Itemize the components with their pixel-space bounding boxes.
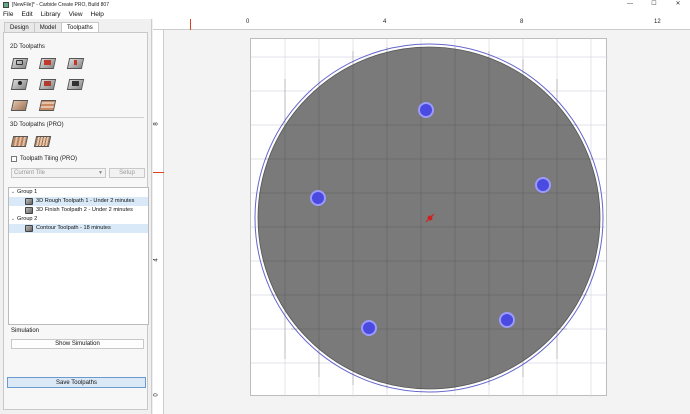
window-controls: — ☐ ✕: [618, 0, 690, 9]
group-label: Group 1: [17, 189, 38, 195]
tab-toolpaths[interactable]: Toolpaths: [61, 22, 99, 32]
maximize-button[interactable]: ☐: [642, 0, 666, 9]
pocket-toolpath-icon[interactable]: [38, 54, 57, 70]
toolpath-tiling-label: Toolpath Tiling (PRO): [20, 156, 78, 162]
tree-item-3d-finish[interactable]: 3D Finish Toolpath 2 - Under 2 minutes: [9, 206, 148, 215]
chevron-down-icon[interactable]: ⌄: [9, 188, 17, 197]
drill-hole[interactable]: [418, 102, 434, 118]
section-3d-toolpaths: 3D Toolpaths (PRO): [10, 122, 64, 128]
surface-toolpath-icon[interactable]: [10, 96, 29, 112]
toolpath-tiling-checkbox[interactable]: [11, 156, 17, 162]
horizontal-ruler: 0 4 8 12: [153, 19, 690, 30]
tab-model[interactable]: Model: [33, 22, 63, 32]
contour-toolpath-icon[interactable]: [10, 54, 29, 70]
drill-toolpath-icon[interactable]: [10, 75, 29, 91]
3d-finish-toolpath-icon: [25, 207, 33, 214]
chevron-down-icon[interactable]: ⌄: [9, 215, 17, 224]
current-tile-value: Current Tile: [14, 170, 46, 176]
save-toolpaths-button[interactable]: Save Toolpaths: [7, 377, 146, 388]
stock-area[interactable]: [250, 38, 608, 397]
show-simulation-button[interactable]: Show Simulation: [11, 339, 144, 349]
3d-rough-toolpath-icon: [25, 198, 33, 205]
close-button[interactable]: ✕: [666, 0, 690, 9]
panel-tabs: Design Model Toolpaths: [4, 22, 99, 32]
tree-item-3d-rough[interactable]: 3D Rough Toolpath 1 - Under 2 minutes: [9, 197, 148, 206]
menu-edit[interactable]: Edit: [21, 11, 32, 18]
window-title: [NewFile]* - Carbide Create PRO, Build 8…: [12, 1, 109, 8]
toolpath-tree[interactable]: ⌄ Group 1 3D Rough Toolpath 1 - Under 2 …: [8, 187, 149, 325]
menu-file[interactable]: File: [3, 11, 13, 18]
left-panel: Design Model Toolpaths 2D Toolpaths 3D T…: [0, 19, 152, 414]
drill-hole[interactable]: [535, 177, 551, 193]
drill-hole[interactable]: [361, 320, 377, 336]
tree-item-label: 3D Finish Toolpath 2 - Under 2 minutes: [36, 207, 133, 213]
menu-help[interactable]: Help: [91, 11, 104, 18]
toolpaths-tab-body: 2D Toolpaths 3D Toolpaths (PRO) Toolpath…: [3, 32, 149, 410]
app-icon: [3, 1, 9, 8]
tree-group-2[interactable]: ⌄ Group 2: [9, 215, 148, 224]
minimize-button[interactable]: —: [618, 0, 642, 9]
chamfer-toolpath-icon[interactable]: [38, 96, 57, 112]
chevron-down-icon: ▼: [98, 170, 103, 176]
setup-button[interactable]: Setup: [109, 168, 145, 178]
advanced-vcarve-icon[interactable]: [38, 75, 57, 91]
menu-bar: File Edit Library View Help: [0, 9, 690, 19]
current-tile-combo[interactable]: Current Tile ▼: [11, 168, 106, 178]
section-2d-toolpaths: 2D Toolpaths: [10, 44, 45, 50]
simulation-label: Simulation: [11, 328, 40, 334]
drill-hole[interactable]: [310, 190, 326, 206]
menu-view[interactable]: View: [69, 11, 83, 18]
ruler-x-label: 12: [654, 19, 661, 25]
tree-group-1[interactable]: ⌄ Group 1: [9, 188, 148, 197]
vertical-ruler: 8 4 0: [153, 30, 164, 414]
tab-design[interactable]: Design: [4, 22, 35, 32]
vcarve-toolpath-icon[interactable]: [66, 54, 85, 70]
ruler-x-label: 8: [520, 19, 524, 25]
tree-item-contour[interactable]: Contour Toolpath - 18 minutes: [9, 224, 148, 233]
menu-library[interactable]: Library: [41, 11, 61, 18]
drill-hole[interactable]: [499, 312, 515, 328]
stock-drawing[interactable]: [251, 39, 608, 397]
cursor-marker: [153, 172, 164, 173]
ruler-x-label: 0: [246, 19, 250, 25]
texture-toolpath-icon[interactable]: [66, 75, 85, 91]
divider: [8, 117, 144, 118]
3d-finish-toolpath-icon[interactable]: [33, 132, 52, 148]
ruler-y-label: 8: [153, 122, 160, 126]
cursor-marker: [190, 19, 191, 30]
title-bar: [NewFile]* - Carbide Create PRO, Build 8…: [0, 0, 690, 9]
ruler-y-label: 4: [153, 258, 160, 262]
3d-rough-toolpath-icon[interactable]: [10, 132, 29, 148]
group-label: Group 2: [17, 216, 38, 222]
ruler-y-label: 0: [153, 393, 160, 397]
tree-item-label: Contour Toolpath - 18 minutes: [36, 225, 111, 231]
contour-toolpath-icon: [25, 225, 33, 232]
tree-item-label: 3D Rough Toolpath 1 - Under 2 minutes: [36, 198, 135, 204]
ruler-x-label: 4: [383, 19, 387, 25]
design-canvas[interactable]: 0 4 8 12 8 4 0: [153, 19, 690, 414]
